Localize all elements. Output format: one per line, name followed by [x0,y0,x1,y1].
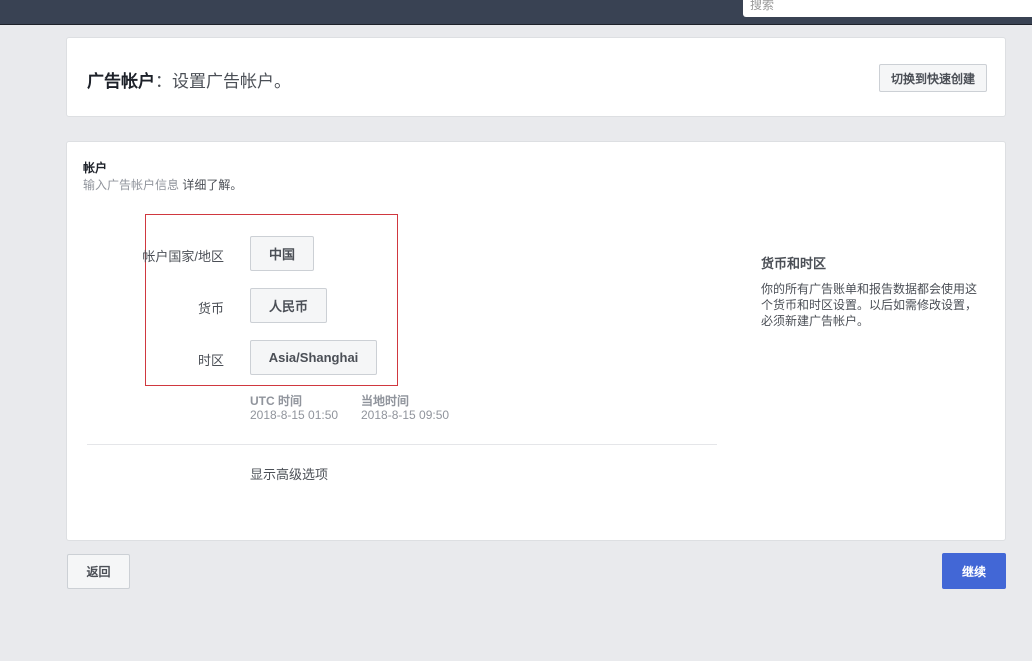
continue-button[interactable]: 继续 [942,553,1006,589]
country-field[interactable]: 中国 [250,236,314,271]
account-card: 帐户 输入广告帐户信息 详细了解。 帐户国家/地区 中国 货币 人民币 时区 A… [66,141,1006,541]
switch-to-quick-create-button[interactable]: 切换到快速创建 [879,64,987,92]
side-text: 你的所有广告账单和报告数据都会使用这个货币和时区设置。以后如需修改设置，必须新建… [761,282,978,328]
search-input[interactable]: 搜索 [743,0,1032,17]
side-title: 货币和时区 [761,256,827,271]
title-rest: ：设置广告帐户。 [155,72,291,91]
divider [87,444,717,445]
page-title: 广告帐户：设置广告帐户。 [87,67,291,92]
currency-label: 货币 [197,301,224,316]
learn-more-link[interactable]: 详细了解。 [182,178,242,192]
section-title: 帐户 [83,161,108,175]
timezone-label: 时区 [197,353,224,368]
section-desc: 输入广告帐户信息 详细了解。 [83,176,242,193]
local-value: 2018-8-15 09:50 [361,408,450,422]
title-bold: 广告帐户 [87,72,155,91]
currency-field[interactable]: 人民币 [250,288,327,323]
desc-text: 输入广告帐户信息 [83,178,180,192]
utc-label: UTC 时间 [250,394,302,408]
timezone-field[interactable]: Asia/Shanghai [250,340,377,375]
utc-value: 2018-8-15 01:50 [250,408,339,422]
local-label: 当地时间 [361,394,410,408]
back-button[interactable]: 返回 [67,554,130,589]
show-advanced-link[interactable]: 显示高级选项 [250,464,328,483]
country-label: 帐户国家/地区 [142,249,224,264]
header-card: 广告帐户：设置广告帐户。 切换到快速创建 [66,37,1006,117]
